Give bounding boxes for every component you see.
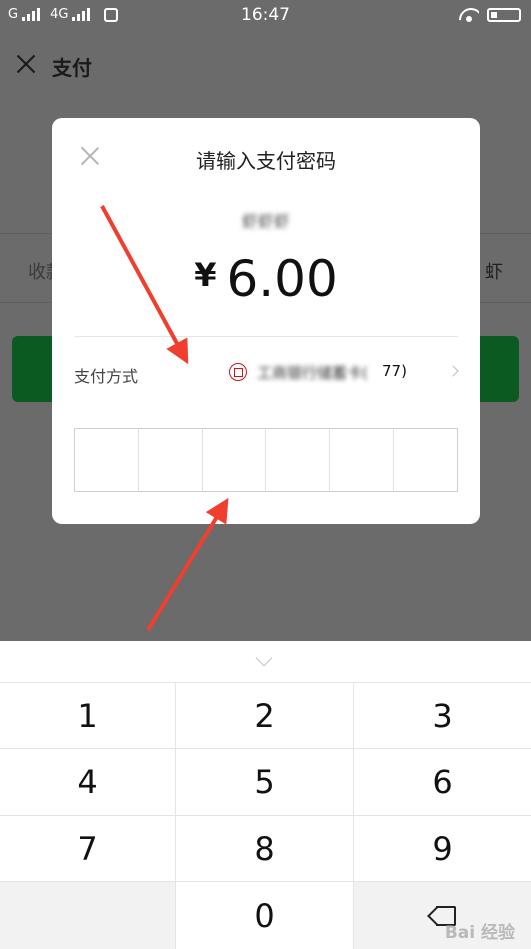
chevron-down-icon[interactable] [255, 649, 273, 667]
password-digit-cell[interactable] [75, 429, 139, 491]
payee-name: 虾虾虾 [241, 212, 290, 231]
dialog-title: 请输入支付密码 [196, 149, 336, 173]
divider [74, 336, 458, 337]
status-time: 16:47 [241, 5, 290, 25]
bank-card-name[interactable]: 工商银行储蓄卡( [257, 362, 382, 383]
key-9[interactable]: 9 [354, 816, 531, 882]
key-4[interactable]: 4 [0, 749, 176, 816]
battery-icon [487, 8, 521, 22]
password-digit-cell[interactable] [266, 429, 331, 491]
password-digit-cell[interactable] [330, 429, 395, 491]
amount-value: 6.00 [226, 250, 338, 308]
key-6[interactable]: 6 [354, 749, 531, 816]
password-input[interactable] [74, 428, 458, 492]
key-5[interactable]: 5 [176, 749, 354, 816]
icbc-bank-icon[interactable] [229, 363, 247, 381]
key-7[interactable]: 7 [0, 816, 176, 882]
status-right [459, 8, 521, 22]
watermark: Bai 经验 [444, 923, 515, 943]
password-digit-cell[interactable] [394, 429, 457, 491]
key-2[interactable]: 2 [176, 683, 354, 749]
payment-amount: ¥6.00 [52, 250, 480, 308]
payment-password-dialog: 请输入支付密码 虾虾虾 ¥6.00 支付方式 工商银行储蓄卡( 77) [52, 118, 480, 524]
key-3[interactable]: 3 [354, 683, 531, 749]
password-digit-cell[interactable] [203, 429, 267, 491]
key-blank [0, 882, 176, 949]
bank-card-suffix[interactable]: 77) [382, 362, 407, 380]
payment-method-label: 支付方式 [74, 367, 139, 386]
numeric-keyboard: 1 2 3 4 5 6 7 8 9 0 Bai 经验 [0, 641, 531, 949]
key-1[interactable]: 1 [0, 683, 176, 749]
page-title: 支付 [52, 56, 92, 80]
keypad: 1 2 3 4 5 6 7 8 9 0 [0, 682, 531, 949]
app-bar: 支付 [0, 32, 531, 100]
status-bar: G 4G 16:47 [0, 0, 531, 32]
chevron-right-icon[interactable] [447, 365, 459, 377]
currency-symbol: ¥ [194, 256, 217, 294]
background-row-value: 虾 [485, 262, 503, 283]
key-0[interactable]: 0 [176, 882, 354, 949]
wifi-icon [459, 8, 479, 22]
close-icon[interactable] [14, 52, 38, 76]
password-digit-cell[interactable] [139, 429, 203, 491]
key-8[interactable]: 8 [176, 816, 354, 882]
